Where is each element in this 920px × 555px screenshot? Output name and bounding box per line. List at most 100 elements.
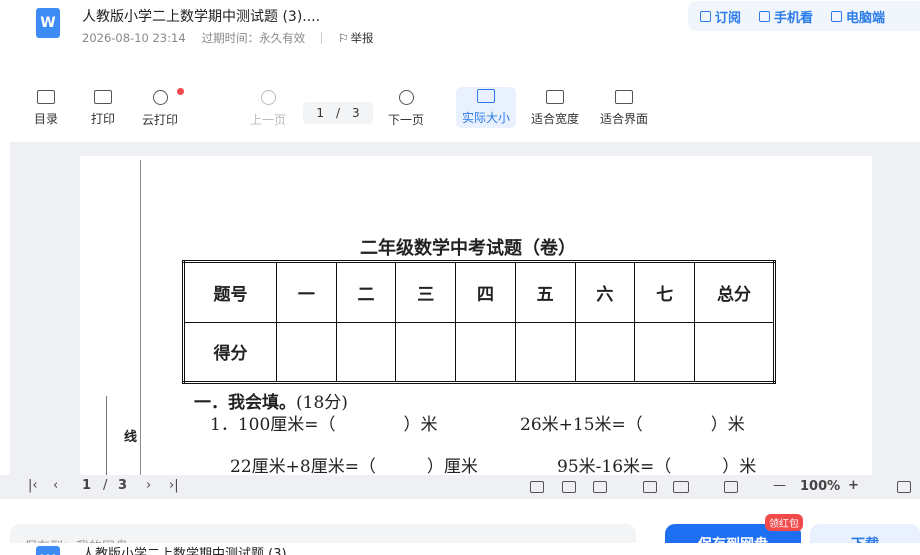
table-cell: 题号 <box>183 261 277 323</box>
print-button[interactable]: 打印 <box>91 90 115 127</box>
notification-dot <box>177 88 185 95</box>
single-page-icon[interactable] <box>643 481 657 493</box>
header: W 人教版小学二上数学期中测试题 (3).... 2026-08-10 23:1… <box>0 0 920 56</box>
binding-line <box>140 160 141 475</box>
page-nav-bar: |‹ ‹ 1 / 3 › ›| — 100% + <box>0 475 920 499</box>
report-link[interactable]: ⚐ 举报 <box>338 30 373 46</box>
table-cell <box>335 321 397 383</box>
actual-size-label: 实际大小 <box>462 111 511 125</box>
binding-line-inner <box>106 396 107 475</box>
chevron-right-icon <box>398 90 414 105</box>
table-row: 得分 <box>183 321 775 383</box>
next-page-label: 下一页 <box>388 113 425 127</box>
subscribe-button[interactable]: 订阅 <box>700 7 741 26</box>
word-doc-icon: W <box>36 8 60 38</box>
question-1a: 1．100厘米=（ ）米 <box>210 415 438 435</box>
table-cell: 四 <box>455 261 516 323</box>
header-actions: 订阅 手机看 电脑端 <box>688 1 920 31</box>
report-icon: ⚐ <box>338 31 349 45</box>
subscribe-label: 订阅 <box>715 10 742 26</box>
toc-label: 目录 <box>34 112 59 126</box>
bookmark-icon <box>700 10 711 22</box>
phone-icon <box>759 10 771 22</box>
page-sep: / <box>335 106 341 120</box>
cloud-print-icon <box>152 90 168 105</box>
fit-page-icon <box>615 90 633 104</box>
coupon-badge[interactable]: 领红包 <box>765 514 803 531</box>
prev-page-button[interactable]: 上一页 <box>250 90 286 128</box>
fit-page-icon[interactable] <box>593 481 607 493</box>
doc-title: 人教版小学二上数学期中测试题 (3).... <box>82 9 321 25</box>
table-cell <box>634 321 695 383</box>
zoom-in-button[interactable]: + <box>848 478 859 493</box>
exam-title: 二年级数学中考试题（卷） <box>360 238 576 259</box>
desktop-button[interactable]: 电脑端 <box>831 7 885 26</box>
actual-size-button[interactable]: 实际大小 <box>456 87 517 128</box>
mobile-view-button[interactable]: 手机看 <box>759 7 813 26</box>
table-cell: 六 <box>574 261 636 323</box>
mobile-view-label: 手机看 <box>774 10 814 26</box>
chevron-right-icon[interactable]: › <box>146 478 151 493</box>
next-page-button[interactable]: 下一页 <box>388 90 424 128</box>
viewer-toolbar: 目录 打印 云打印 上一页 1 / 3 下一页 实际大小 适合宽度 适合界面 <box>0 84 920 140</box>
question-1b: 26米+15米=（ ）米 <box>520 415 745 435</box>
first-page-icon[interactable]: |‹ <box>28 478 38 493</box>
table-cell: 七 <box>634 261 695 323</box>
actual-size-icon[interactable] <box>530 481 544 493</box>
two-page-icon[interactable] <box>673 481 689 493</box>
score-table: 题号 一 二 三 四 五 六 七 总分 得分 <box>182 260 776 384</box>
table-cell: 三 <box>395 261 457 323</box>
zoom-level: 100% <box>800 479 841 494</box>
doc-meta: 2026-08-10 23:14 过期时间：永久有效 ⚐ 举报 <box>82 30 373 46</box>
doc-expire: 过期时间：永久有效 <box>201 31 306 45</box>
next-doc-title: 人教版小学二上数学期中测试题 (3).... <box>82 547 304 555</box>
printer-icon <box>94 90 112 104</box>
zoom-out-button[interactable]: — <box>773 478 786 493</box>
scroll-mode-icon[interactable] <box>724 481 738 493</box>
fit-page-label: 适合界面 <box>600 112 649 126</box>
table-cell: 二 <box>335 261 397 323</box>
binding-label: 线 <box>124 430 138 445</box>
prev-page-label: 上一页 <box>250 113 287 127</box>
question-2b: 95米-16米=（ ）米 <box>557 457 757 475</box>
next-doc-header: W 人教版小学二上数学期中测试题 (3).... <box>0 543 920 555</box>
page-indicator[interactable]: 1 / 3 <box>303 102 373 124</box>
table-cell: 得分 <box>183 321 277 383</box>
nav-page-total: 3 <box>118 478 128 493</box>
nav-page-current: 1 <box>82 478 92 493</box>
question-2a: 22厘米+8厘米=（ ）厘米 <box>230 457 478 475</box>
doc-date: 2026-08-10 23:14 <box>82 31 186 45</box>
toc-icon <box>37 90 55 104</box>
fit-width-label: 适合宽度 <box>531 112 580 126</box>
table-cell <box>574 321 636 383</box>
nav-page-sep: / <box>103 478 108 493</box>
table-cell: 总分 <box>694 261 775 323</box>
table-cell <box>694 321 775 383</box>
desktop-label: 电脑端 <box>846 10 886 26</box>
monitor-icon <box>831 10 843 22</box>
divider <box>321 32 323 44</box>
document-page: 线 二年级数学中考试题（卷） 题号 一 二 三 四 五 六 七 总分 得分 一．… <box>80 156 872 475</box>
print-label: 打印 <box>91 112 116 126</box>
cloud-print-button[interactable]: 云打印 <box>142 88 185 128</box>
chevron-left-icon[interactable]: ‹ <box>53 478 58 493</box>
viewer-root: W 人教版小学二上数学期中测试题 (3).... 2026-08-10 23:1… <box>0 0 920 555</box>
report-label: 举报 <box>350 31 374 45</box>
chevron-left-icon <box>260 90 276 105</box>
word-doc-icon: W <box>36 546 60 555</box>
table-cell <box>514 321 576 383</box>
actual-size-icon <box>477 89 495 103</box>
table-cell <box>276 321 337 383</box>
fit-width-icon <box>546 90 564 104</box>
table-cell: 五 <box>514 261 576 323</box>
table-row: 题号 一 二 三 四 五 六 七 总分 <box>183 261 775 323</box>
fit-width-button[interactable]: 适合宽度 <box>531 90 579 127</box>
table-cell <box>395 321 457 383</box>
fit-page-button[interactable]: 适合界面 <box>600 90 648 127</box>
last-page-icon[interactable]: ›| <box>169 478 179 493</box>
document-viewport[interactable]: 线 二年级数学中考试题（卷） 题号 一 二 三 四 五 六 七 总分 得分 一．… <box>10 142 920 475</box>
fullscreen-icon[interactable] <box>897 481 911 493</box>
fit-width-icon[interactable] <box>562 481 576 493</box>
page-current: 1 <box>316 106 324 120</box>
toc-button[interactable]: 目录 <box>34 90 58 127</box>
